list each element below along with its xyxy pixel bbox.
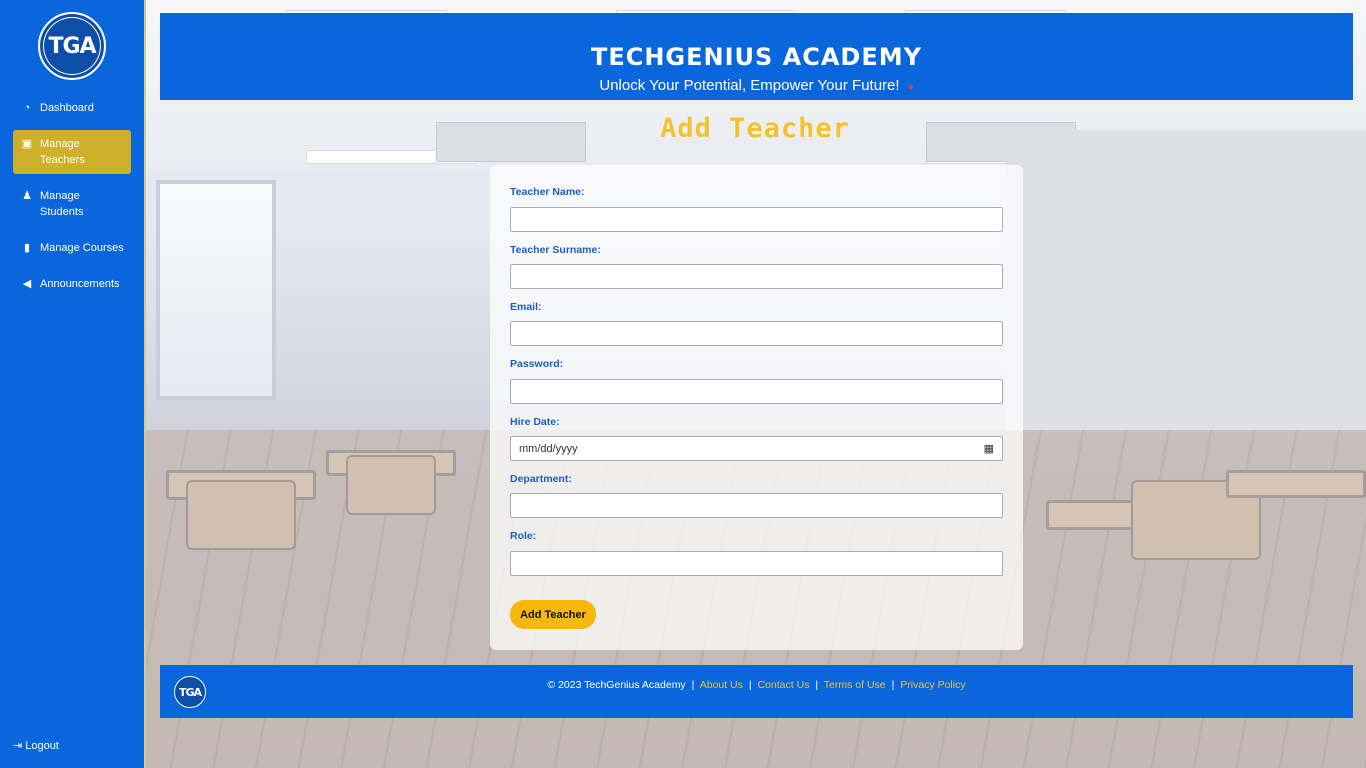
separator: | [691, 679, 695, 691]
sidebar-item-label: Dashboard [40, 102, 94, 114]
password-input[interactable] [510, 379, 1003, 404]
student-icon: ♟ [22, 190, 32, 202]
footer-links: © 2023 TechGenius Academy | About Us | C… [160, 679, 1353, 691]
logout-icon: ⇥ [13, 740, 23, 752]
logout-link[interactable]: ⇥ Logout [13, 739, 59, 753]
sidebar-item-label: Manage Students [40, 190, 84, 218]
megaphone-icon: ◀ [22, 278, 32, 290]
separator: | [748, 679, 752, 691]
privacy-policy-link[interactable]: Privacy Policy [900, 679, 965, 691]
role-input[interactable] [510, 551, 1003, 576]
logout-label: Logout [25, 739, 59, 752]
hire-date-placeholder: mm/dd/yyyy [519, 442, 578, 455]
teacher-name-label: Teacher Name: [510, 186, 585, 198]
sidebar-item-manage-teachers[interactable]: ▣ Manage Teachers [13, 130, 131, 174]
site-subtitle: Unlock Your Potential, Empower Your Futu… [160, 77, 1353, 94]
hire-date-label: Hire Date: [510, 416, 560, 428]
separator: | [815, 679, 819, 691]
site-header: TECHGENIUS ACADEMY Unlock Your Potential… [160, 13, 1353, 100]
teacher-icon: ▣ [21, 138, 33, 150]
gauge-icon: ◔ [23, 102, 31, 114]
hire-date-input[interactable]: mm/dd/yyyy ▦ [510, 436, 1003, 461]
copyright-text: © 2023 TechGenius Academy [547, 679, 686, 691]
sidebar-item-manage-courses[interactable]: ▮ Manage Courses [13, 234, 131, 262]
role-label: Role: [510, 530, 537, 542]
sidebar-nav: ◔ Dashboard ▣ Manage Teachers ♟ Manage S… [13, 94, 131, 306]
add-teacher-button[interactable]: Add Teacher [510, 600, 596, 629]
contact-us-link[interactable]: Contact Us [757, 679, 809, 691]
sidebar-item-label: Manage Courses [40, 242, 124, 254]
email-label: Email: [510, 301, 542, 313]
site-title: TECHGENIUS ACADEMY [590, 43, 923, 71]
sidebar-item-label: Announcements [40, 278, 120, 290]
academy-logo[interactable]: TGA [38, 12, 106, 80]
sidebar-item-label: Manage Teachers [40, 138, 85, 166]
page-title: Add Teacher [660, 113, 850, 144]
site-subtitle-text: Unlock Your Potential, Empower Your Futu… [599, 77, 900, 94]
sidebar-item-dashboard[interactable]: ◔ Dashboard [13, 94, 131, 122]
dot-icon: ● [907, 82, 914, 93]
teacher-surname-input[interactable] [510, 264, 1003, 289]
separator: | [891, 679, 895, 691]
sidebar-item-manage-students[interactable]: ♟ Manage Students [13, 182, 131, 226]
sidebar-item-announcements[interactable]: ◀ Announcements [13, 270, 131, 298]
department-input[interactable] [510, 493, 1003, 518]
terms-of-use-link[interactable]: Terms of Use [824, 679, 886, 691]
add-teacher-form: Teacher Name: Teacher Surname: Email: Pa… [490, 165, 1023, 650]
site-footer: TGA © 2023 TechGenius Academy | About Us… [160, 665, 1353, 718]
teacher-surname-label: Teacher Surname: [510, 244, 601, 256]
department-label: Department: [510, 473, 572, 485]
sidebar: TGA ◔ Dashboard ▣ Manage Teachers ♟ Mana… [0, 0, 146, 768]
teacher-name-input[interactable] [510, 207, 1003, 232]
calendar-icon[interactable]: ▦ [984, 442, 994, 455]
book-icon: ▮ [23, 242, 31, 254]
about-us-link[interactable]: About Us [700, 679, 743, 691]
password-label: Password: [510, 358, 564, 370]
email-input[interactable] [510, 321, 1003, 346]
